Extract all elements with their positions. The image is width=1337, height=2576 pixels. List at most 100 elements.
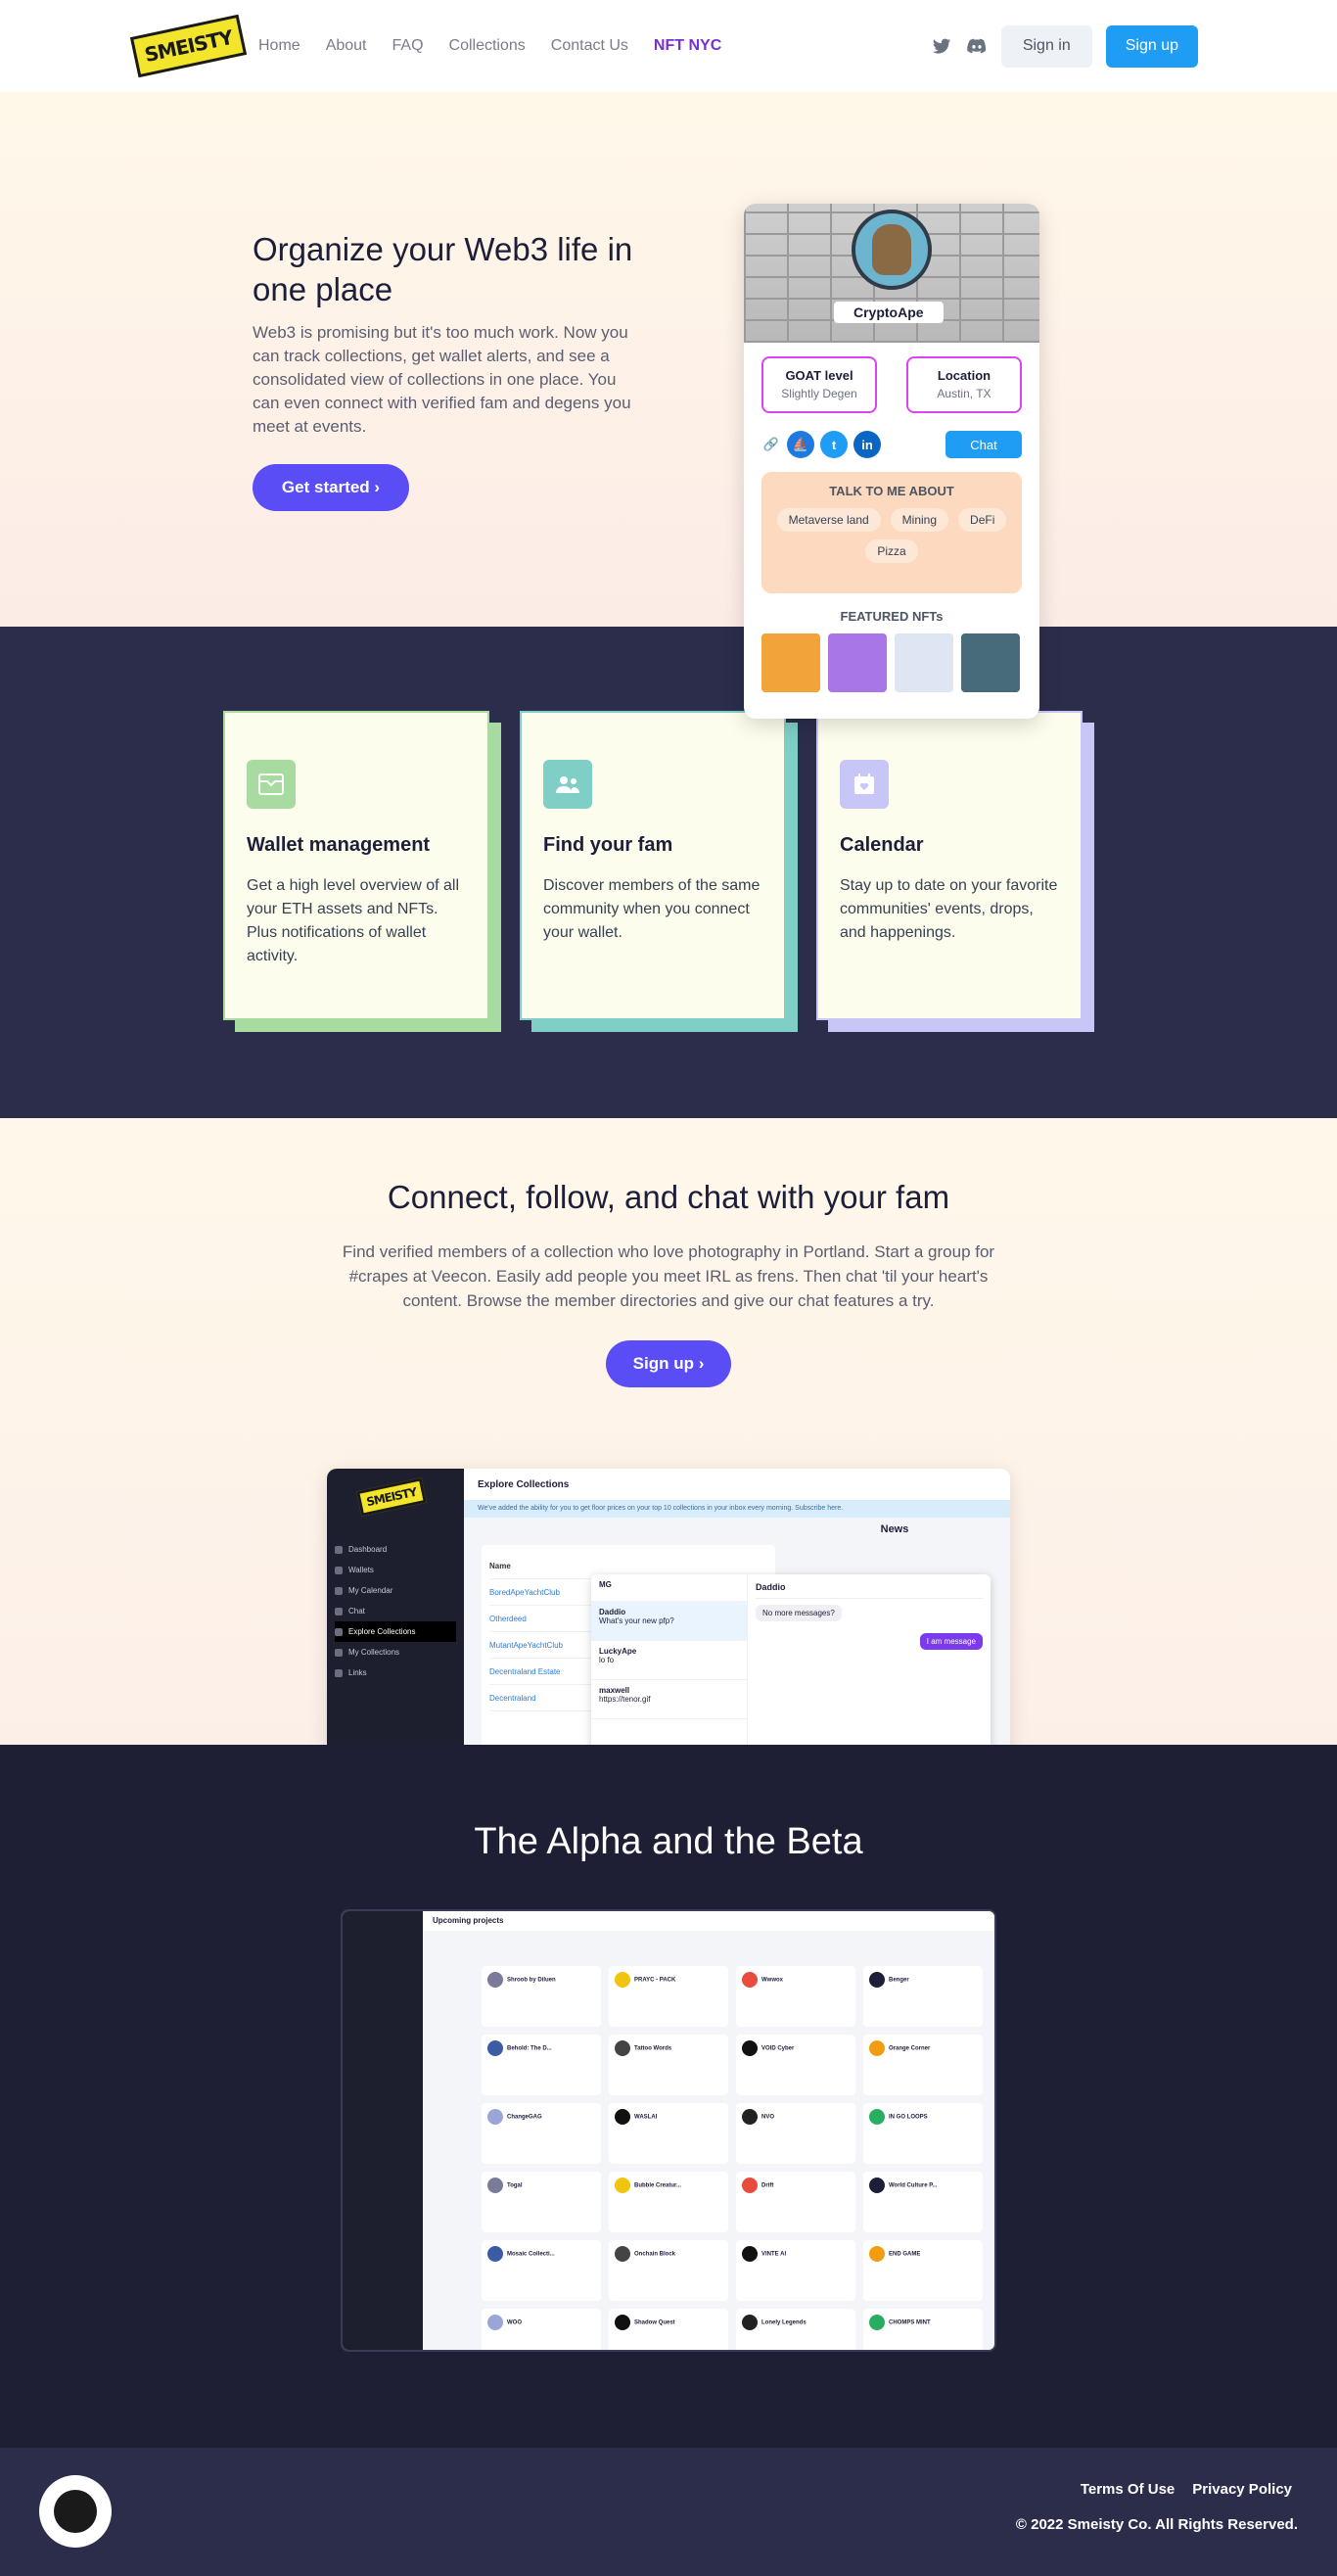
connect-section: Connect, follow, and chat with your fam … <box>0 1118 1337 1745</box>
screenshot-sidebar-item: Links <box>335 1663 456 1683</box>
project-avatar <box>869 2178 885 2193</box>
screenshot-sidebar-item: Explore Collections <box>335 1621 456 1642</box>
project-card[interactable]: Drift <box>736 2172 855 2232</box>
footer-logo[interactable] <box>39 2475 112 2548</box>
chat-bubble: I am message <box>919 1633 983 1650</box>
screenshot-banner: We've added the ability for you to get f… <box>464 1500 1010 1518</box>
chat-button[interactable]: Chat <box>945 431 1022 458</box>
get-started-button[interactable]: Get started › <box>253 464 409 511</box>
linkedin-icon[interactable]: in <box>853 431 881 458</box>
talk-title: TALK TO ME ABOUT <box>829 484 954 498</box>
project-name: END GAME <box>889 2251 921 2258</box>
screenshot-sidebar: SMEISTY Dashboard Wallets My Calendar Ch… <box>327 1469 464 1745</box>
feature-title: Calendar <box>840 834 924 856</box>
nav-link-nft-nyc[interactable]: NFT NYC <box>654 37 721 55</box>
project-avatar <box>615 2315 630 2330</box>
hero-title: Organize your Web3 life in one place <box>253 231 633 307</box>
screenshot-sidebar-item: Dashboard <box>335 1539 456 1560</box>
nav-link-collections[interactable]: Collections <box>449 37 526 55</box>
sign-in-button[interactable]: Sign in <box>1000 24 1092 68</box>
project-card[interactable]: NVO <box>736 2103 855 2164</box>
calendar-icon <box>840 760 889 809</box>
project-card[interactable]: IN GO LOOPS <box>863 2103 983 2164</box>
copyright: © 2022 Smeisty Co. All Rights Reserved. <box>1015 2516 1298 2533</box>
project-name: World Culture P... <box>889 2182 938 2189</box>
project-card[interactable]: WASLAI <box>609 2103 728 2164</box>
goat-level-stat: GOAT level Slightly Degen <box>761 356 877 413</box>
project-card[interactable]: Tattoo Words <box>609 2035 728 2095</box>
sign-up-button[interactable]: Sign up <box>1105 24 1198 68</box>
topic-chip: Metaverse land <box>776 508 881 532</box>
get-started-label: Get started <box>281 478 370 496</box>
screenshot-chat-window: Daddio No more messages? I am message <box>748 1574 991 1745</box>
project-avatar <box>487 2178 503 2193</box>
nav-link-about[interactable]: About <box>326 37 367 55</box>
project-name: Shadow Quest <box>634 2319 675 2326</box>
project-card[interactable]: PRAYC - PACK <box>609 1966 728 2027</box>
project-card[interactable]: Shadow Quest <box>609 2309 728 2350</box>
project-card[interactable]: END GAME <box>863 2240 983 2301</box>
discord-icon[interactable] <box>966 35 988 57</box>
project-card[interactable]: Onchain Block <box>609 2240 728 2301</box>
featured-nfts-title: FEATURED NFTs <box>840 609 944 624</box>
project-avatar <box>615 1972 630 1988</box>
project-name: Tattoo Words <box>634 2045 672 2052</box>
project-card[interactable]: Bubble Creatur... <box>609 2172 728 2232</box>
privacy-link[interactable]: Privacy Policy <box>1192 2481 1292 2498</box>
nft-image[interactable] <box>761 633 820 692</box>
terms-link[interactable]: Terms Of Use <box>1081 2481 1175 2498</box>
feature-body: Discover members of the same community w… <box>543 877 761 941</box>
screenshot-chat-popup: MG Daddio What's your new pfp? LuckyApe lo… <box>591 1574 991 1745</box>
twitter-icon[interactable] <box>931 35 952 57</box>
connect-sign-up-label: Sign up <box>632 1354 694 1373</box>
features-section: Wallet management Get a high level overv… <box>0 627 1337 1118</box>
link-icon[interactable]: 🔗 <box>761 431 781 458</box>
project-card[interactable]: Lonely Legends <box>736 2309 855 2350</box>
project-card[interactable]: Togal <box>482 2172 601 2232</box>
project-card[interactable]: ChangeGAG <box>482 2103 601 2164</box>
featured-nfts <box>744 624 1039 692</box>
project-card[interactable]: Benger <box>863 1966 983 2027</box>
smeisty-logo[interactable]: SMEISTY <box>129 14 247 78</box>
project-card[interactable]: WOO <box>482 2309 601 2350</box>
chat-list-header: MG <box>591 1574 747 1602</box>
nav-link-contact[interactable]: Contact Us <box>551 37 628 55</box>
nft-image[interactable] <box>895 633 953 692</box>
project-name: Togal <box>507 2182 523 2189</box>
avatar <box>852 210 932 290</box>
nft-image[interactable] <box>828 633 887 692</box>
project-name: Mosaic Collecti... <box>507 2251 555 2258</box>
connect-sign-up-button[interactable]: Sign up › <box>606 1340 731 1387</box>
twitter-icon[interactable]: t <box>820 431 848 458</box>
project-avatar <box>742 2040 758 2056</box>
footer: Terms Of Use Privacy Policy © 2022 Smeis… <box>0 2448 1337 2576</box>
projects-sidebar <box>343 1911 423 2350</box>
location-value: Austin, TX <box>937 387 991 400</box>
screenshot-logo: SMEISTY <box>335 1477 456 1539</box>
project-name: Bubble Creatur... <box>634 2182 682 2189</box>
hero-section: Organize your Web3 life in one place Web… <box>0 92 1337 719</box>
nft-image[interactable] <box>961 633 1020 692</box>
topic-chip: DeFi <box>958 508 1007 532</box>
nav-link-faq[interactable]: FAQ <box>392 37 424 55</box>
project-name: VOID Cyber <box>761 2045 795 2052</box>
project-card[interactable]: Behold: The D... <box>482 2035 601 2095</box>
project-card[interactable]: VINTE AI <box>736 2240 855 2301</box>
opensea-icon[interactable]: ⛵ <box>787 431 814 458</box>
nav-links: Home About FAQ Collections Contact Us NF… <box>258 37 721 55</box>
project-avatar <box>615 2040 630 2056</box>
project-card[interactable]: Mosaic Collecti... <box>482 2240 601 2301</box>
profile-card: CryptoApe GOAT level Slightly Degen Loca… <box>744 204 1039 719</box>
project-card[interactable]: Shroob by Diluen <box>482 1966 601 2027</box>
project-avatar <box>869 1972 885 1988</box>
screenshot-sidebar-item: My Calendar <box>335 1580 456 1601</box>
project-card[interactable]: World Culture P... <box>863 2172 983 2232</box>
project-avatar <box>742 1972 758 1988</box>
project-card[interactable]: Wwwox <box>736 1966 855 2027</box>
project-card[interactable]: VOID Cyber <box>736 2035 855 2095</box>
nav-link-home[interactable]: Home <box>258 37 300 55</box>
project-name: Wwwox <box>761 1977 783 1984</box>
project-card[interactable]: CHOMPS MINT <box>863 2309 983 2350</box>
feature-title: Find your fam <box>543 834 673 856</box>
project-card[interactable]: Orange Corner <box>863 2035 983 2095</box>
